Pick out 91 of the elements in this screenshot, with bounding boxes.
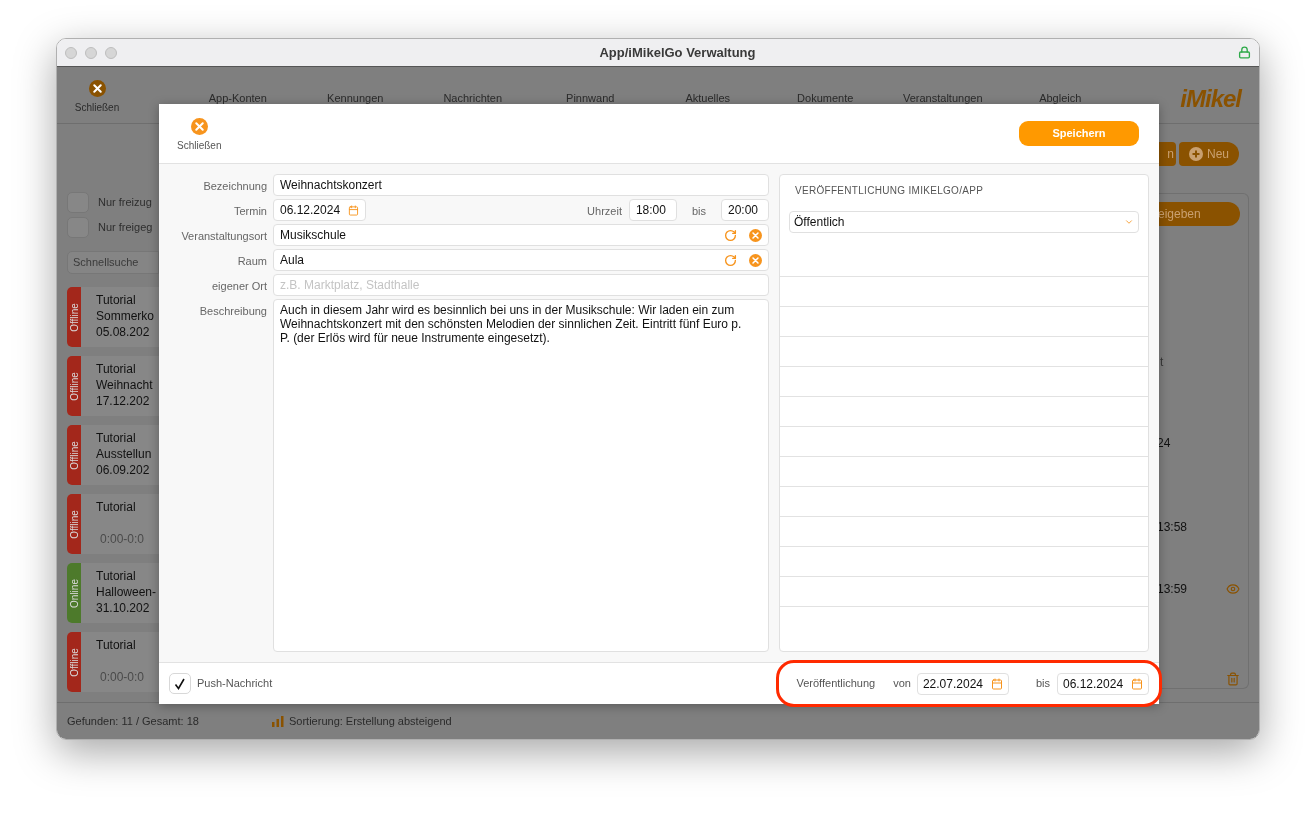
lock-icon [1238,46,1251,59]
status-badge: Online [67,563,81,623]
plus-icon [1189,147,1203,161]
close-icon [190,118,208,135]
check-icon [174,677,186,690]
close-icon [88,80,106,97]
push-checkbox[interactable] [169,673,191,694]
status-badge: Offline [67,632,81,692]
event-text: Tutorial [96,499,137,515]
nav-tab[interactable]: Abgleich [1001,90,1119,107]
event-text: Tutorial [96,568,137,584]
nav-tab[interactable]: Pinnwand [531,90,649,107]
refresh-icon[interactable] [724,253,737,267]
field-label: Uhrzeit [587,204,623,219]
field-label: bis [690,204,707,219]
filter-label: Nur freizug [98,195,152,211]
calendar-icon[interactable] [990,677,1003,690]
event-card[interactable]: Offline Tutorial 0:00-0:0 [67,632,159,692]
event-text: Weihnacht [96,377,153,393]
event-text: Sommerko [96,308,154,324]
nav-tab[interactable]: Nachrichten [414,90,532,107]
description-field[interactable]: Auch in diesem Jahr wird es besinnlich bei uns in der Musikschule: Wir laden ein zum Weihnachtskonzert mit den schönsten Melodien der sinnlichen Zeit. Eintritt fünf Euro p. P. (der Erlös wird für neue Instrumente eingesetzt). [273,299,769,652]
panel-header: VERÖFFENTLICHUNG IMIKELGO/APP [794,184,985,198]
date-field[interactable]: 06.12.2024 [1057,672,1149,695]
event-card[interactable]: Offline Tutorial Weihnacht 17.12.202 [67,356,159,416]
close-button[interactable]: Schließen [57,67,137,115]
event-card[interactable]: Offline Tutorial 0:00-0:0 [67,494,159,554]
field-label: Termin [233,204,268,219]
event-text: Halloween- [96,584,157,600]
event-text: Tutorial [96,430,137,446]
close-button[interactable]: Schließen [177,104,222,153]
field-label: eigener Ort [210,279,268,294]
event-text: 17.12.202 [96,393,151,409]
list-text: t [1159,354,1165,371]
nav-tab[interactable]: Dokumente [766,90,884,107]
clear-icon [749,253,762,267]
status-badge: Offline [67,287,81,347]
period-label: Veröffentlichung [796,676,876,692]
list-text: 13:59 [1157,581,1188,598]
calendar-icon[interactable] [1131,677,1143,690]
date-field[interactable]: 06.12.2024 [273,199,366,221]
filter-label: Nur freigeg [98,220,153,236]
window-control[interactable] [65,46,77,59]
time-field[interactable]: 18:00 [628,199,677,221]
nav-tab[interactable]: Aktuelles [649,90,767,107]
list-text: 13:58 [1157,519,1189,536]
field-label: Raum [236,254,268,269]
event-text: 31.10.202 [96,600,151,616]
nav-tab[interactable]: App-Konten [179,90,297,107]
refresh-icon[interactable] [724,228,737,242]
event-text: Ausstellun [96,446,152,462]
event-text: Tutorial [96,361,137,377]
event-text: 05.08.202 [96,324,151,340]
event-text: Tutorial [96,637,137,653]
event-card[interactable]: Offline Tutorial Ausstellun 06.09.202 [67,425,159,485]
clear-icon [749,228,762,242]
event-card[interactable]: Offline Tutorial Sommerko 05.08.202 [67,287,159,347]
result-count: Gefunden: 11 / Gesamt: 18 [67,713,200,729]
logo: iMikel [1180,84,1241,114]
status-badge: Offline [67,425,81,485]
window-control[interactable] [105,46,117,59]
status-badge: Offline [67,494,81,554]
nav-tab[interactable]: Veranstaltungen [884,90,1002,107]
lookup-field[interactable]: Musikschule [273,224,769,246]
field-label: Veranstaltungsort [180,229,268,244]
bar-chart-icon [271,715,285,727]
window-title: App/iMikelGo Verwaltung [599,43,756,62]
status-badge: Offline [67,356,81,416]
visibility-select[interactable]: Öffentlich [789,211,1139,233]
search-field[interactable]: Schnellsuche [67,251,159,274]
date-field[interactable]: 22.07.2024 [916,672,1009,695]
window-control[interactable] [85,46,97,59]
from-label: von [893,676,911,692]
to-label: bis [1035,676,1050,692]
trash-icon[interactable] [1226,672,1240,686]
eye-icon[interactable] [1226,582,1240,596]
event-text: 06.09.202 [96,462,151,478]
text-field[interactable]: Weihnachtskonzert [273,174,769,196]
nav-tab[interactable]: Kennungen [296,90,414,107]
event-time: 0:00-0:0 [99,669,145,685]
time-field[interactable]: 20:00 [721,199,769,221]
calendar-icon[interactable] [348,203,359,217]
event-card[interactable]: Online Tutorial Halloween- 31.10.202 [67,563,159,623]
field-label: Bezeichnung [202,179,268,194]
event-time: 0:00-0:0 [99,531,145,547]
field-label: Beschreibung [198,304,268,319]
lookup-field[interactable]: Aula [273,249,769,271]
chevron-icon [1124,217,1134,227]
event-text: Tutorial [96,292,137,308]
push-label: Push-Nachricht [197,676,273,692]
sort-label: Sortierung: Erstellung absteigend [289,713,452,729]
